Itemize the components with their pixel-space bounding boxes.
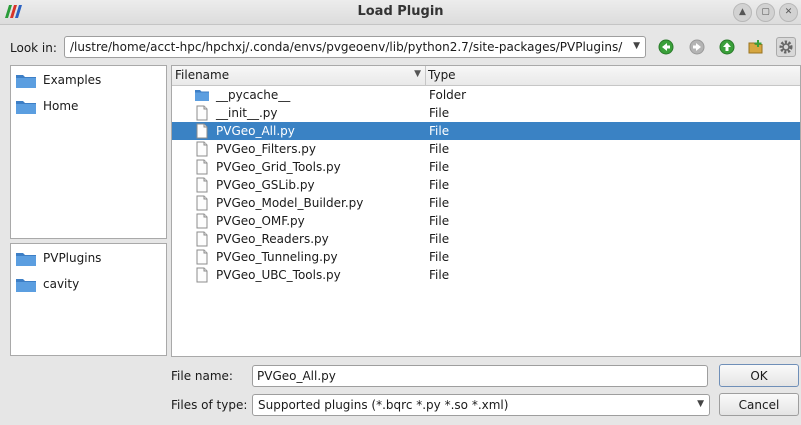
file-type-cell: File <box>429 160 450 174</box>
file-row[interactable]: PVGeo_Tunneling.py File <box>172 248 800 266</box>
file-name-cell: PVGeo_Model_Builder.py <box>216 196 364 210</box>
file-row[interactable]: __init__.py File <box>172 104 800 122</box>
folder-icon <box>16 278 36 292</box>
look-in-label: Look in: <box>10 41 57 55</box>
arrow-up-icon <box>719 39 735 55</box>
file-row[interactable]: PVGeo_Model_Builder.py File <box>172 194 800 212</box>
folder-icon <box>16 100 36 114</box>
window-close-button[interactable]: ✕ <box>779 3 798 22</box>
parent-directory-button[interactable] <box>717 37 737 57</box>
file-list-header: Filename ▼ Type <box>172 66 800 86</box>
window-controls: ▲ ▢ ✕ <box>733 3 798 22</box>
file-icon <box>196 159 208 175</box>
file-type-cell: File <box>429 214 450 228</box>
gear-icon <box>779 40 793 54</box>
window-maximize-button[interactable]: ▢ <box>756 3 775 22</box>
file-type-cell: File <box>429 106 450 120</box>
file-row[interactable]: PVGeo_Filters.py File <box>172 140 800 158</box>
new-folder-button[interactable] <box>746 37 766 57</box>
file-icon <box>196 123 208 139</box>
file-row[interactable]: PVGeo_Readers.py File <box>172 230 800 248</box>
file-icon <box>196 267 208 283</box>
file-type-cell: File <box>429 178 450 192</box>
file-type-cell: File <box>429 268 450 282</box>
file-name-cell: PVGeo_Readers.py <box>216 232 329 246</box>
file-type-cell: File <box>429 232 450 246</box>
ok-button[interactable]: OK <box>719 364 799 387</box>
sort-descending-icon: ▼ <box>414 69 421 79</box>
sidebar-item-pvplugins[interactable]: PVPlugins <box>15 247 101 269</box>
file-name-input[interactable] <box>252 365 708 387</box>
file-type-cell: File <box>429 124 450 138</box>
chevron-down-icon: ▼ <box>697 399 704 409</box>
look-in-combo[interactable]: /lustre/home/acct-hpc/hpchxj/.conda/envs… <box>64 36 646 58</box>
sidebar-locations: Examples Home <box>10 65 167 239</box>
sidebar-item-label: Home <box>43 99 79 113</box>
window-minimize-button[interactable]: ▲ <box>733 3 752 22</box>
file-row[interactable]: PVGeo_UBC_Tools.py File <box>172 266 800 284</box>
folder-icon <box>195 90 209 101</box>
file-row[interactable]: PVGeo_Grid_Tools.py File <box>172 158 800 176</box>
column-header-filename[interactable]: Filename ▼ <box>172 66 426 85</box>
files-of-type-value: Supported plugins (*.bqrc *.py *.so *.xm… <box>258 398 509 412</box>
column-header-type[interactable]: Type <box>428 68 456 82</box>
sidebar-recent: PVPlugins cavity <box>10 243 167 356</box>
folder-icon <box>16 74 36 88</box>
file-name-label: File name: <box>171 369 233 383</box>
sidebar-item-label: cavity <box>43 277 80 291</box>
file-icon <box>196 141 208 157</box>
file-row[interactable]: PVGeo_OMF.py File <box>172 212 800 230</box>
folder-icon <box>16 252 36 266</box>
file-type-cell: File <box>429 196 450 210</box>
column-header-label: Filename <box>175 68 230 82</box>
file-name-cell: PVGeo_Grid_Tools.py <box>216 160 341 174</box>
files-of-type-combo[interactable]: Supported plugins (*.bqrc *.py *.so *.xm… <box>252 394 710 416</box>
sidebar-item-examples[interactable]: Examples <box>15 69 101 91</box>
file-row[interactable]: PVGeo_GSLib.py File <box>172 176 800 194</box>
title-bar: Load Plugin ▲ ▢ ✕ <box>0 0 801 25</box>
file-name-cell: PVGeo_UBC_Tools.py <box>216 268 341 282</box>
sidebar-item-label: Examples <box>43 73 102 87</box>
file-name-cell: PVGeo_GSLib.py <box>216 178 315 192</box>
window-title: Load Plugin <box>357 4 444 19</box>
arrow-right-icon <box>689 39 705 55</box>
sidebar-item-label: PVPlugins <box>43 251 102 265</box>
file-name-cell: __pycache__ <box>216 88 291 102</box>
file-name-cell: PVGeo_Filters.py <box>216 142 316 156</box>
file-row[interactable]: __pycache__ Folder <box>172 86 800 104</box>
chevron-down-icon: ▼ <box>633 41 640 51</box>
file-list[interactable]: Filename ▼ Type __pycache__ Folder __init_… <box>171 65 801 357</box>
forward-button[interactable] <box>687 37 707 57</box>
sidebar-item-cavity[interactable]: cavity <box>15 273 79 295</box>
arrow-left-icon <box>658 39 674 55</box>
file-name-cell: PVGeo_All.py <box>216 124 295 138</box>
file-icon <box>196 213 208 229</box>
file-name-cell: PVGeo_OMF.py <box>216 214 305 228</box>
file-name-cell: PVGeo_Tunneling.py <box>216 250 338 264</box>
file-type-cell: File <box>429 142 450 156</box>
file-row[interactable]: PVGeo_All.py File <box>172 122 800 140</box>
file-icon <box>196 195 208 211</box>
back-button[interactable] <box>656 37 676 57</box>
file-icon <box>196 249 208 265</box>
file-icon <box>196 105 208 121</box>
cancel-button[interactable]: Cancel <box>719 393 799 416</box>
file-icon <box>196 231 208 247</box>
file-name-cell: __init__.py <box>216 106 278 120</box>
file-icon <box>196 177 208 193</box>
look-in-path: /lustre/home/acct-hpc/hpchxj/.conda/envs… <box>70 40 623 54</box>
new-folder-icon <box>748 40 763 54</box>
sidebar-item-home[interactable]: Home <box>15 95 78 117</box>
file-type-cell: Folder <box>429 88 467 102</box>
files-of-type-label: Files of type: <box>171 398 248 412</box>
options-button[interactable] <box>776 37 796 57</box>
file-type-cell: File <box>429 250 450 264</box>
